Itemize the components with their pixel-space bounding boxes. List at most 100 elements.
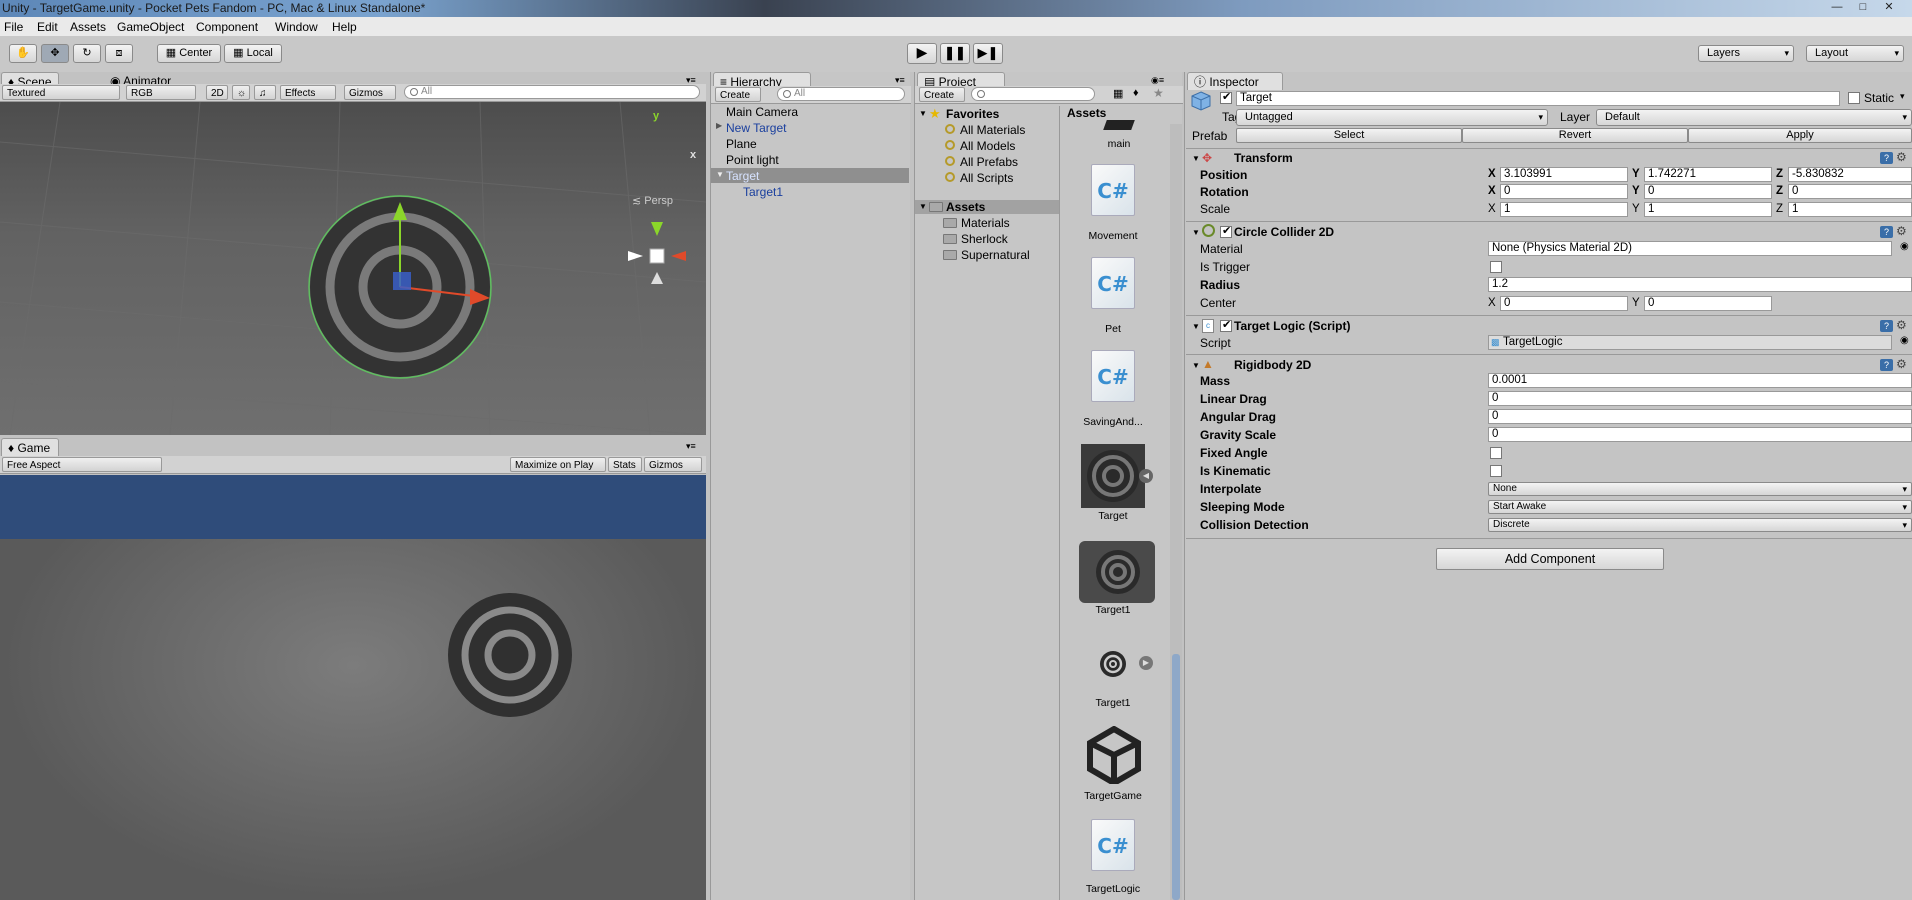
target1-texture-thumbnail[interactable] [1099,650,1127,678]
asset-label-targetgame[interactable]: TargetGame [1070,790,1156,802]
shading-mode-dropdown[interactable]: Textured [2,85,120,100]
assets-folder[interactable]: Assets [946,200,985,214]
object-picker-icon[interactable]: ◉ [1900,335,1909,346]
active-checkbox[interactable]: ✔ [1220,91,1232,104]
effects-dropdown[interactable]: Effects [280,85,336,100]
assets-breadcrumb[interactable]: Assets [1067,106,1106,120]
position-x-field[interactable]: 3.103991 [1500,167,1628,182]
stats-toggle[interactable]: Stats [608,457,642,472]
sleeping-mode-dropdown[interactable]: Start Awake [1488,500,1912,514]
position-y-field[interactable]: 1.742271 [1644,167,1772,182]
menu-gameobject[interactable]: GameObject [117,20,184,34]
rotation-x-field[interactable]: 0 [1500,184,1628,199]
asset-label-movement[interactable]: Movement [1070,230,1156,242]
layout-dropdown[interactable]: Layout [1806,45,1904,62]
step-button[interactable]: ▶❚ [973,43,1003,64]
layer-dropdown[interactable]: Default [1596,109,1912,126]
game-viewport[interactable] [0,475,706,900]
tag-dropdown[interactable]: Untagged [1236,109,1548,126]
help-icon[interactable]: ? [1880,359,1893,371]
play-button[interactable]: ▶ [907,43,937,64]
orientation-gizmo-icon[interactable] [628,222,686,284]
hierarchy-item-new-target[interactable]: New Target [726,121,786,135]
fold-arrow-icon[interactable]: ▼ [1192,322,1200,331]
rotation-y-field[interactable]: 0 [1644,184,1772,199]
menu-window[interactable]: Window [275,20,318,34]
static-dropdown-icon[interactable]: ▾ [1900,91,1905,102]
asset-label-main[interactable]: main [1076,138,1162,150]
menu-help[interactable]: Help [332,20,357,34]
target-prefab-thumbnail[interactable] [1081,444,1145,508]
assets-arrow-icon[interactable]: ▼ [919,202,927,211]
hierarchy-item-plane[interactable]: Plane [726,137,757,151]
script-field[interactable]: ▩ TargetLogic [1488,335,1892,350]
collision-detection-dropdown[interactable]: Discrete [1488,518,1912,532]
favorites-header[interactable]: Favorites [946,107,999,121]
help-icon[interactable]: ? [1880,152,1893,164]
game-panel-menu-icon[interactable]: ▾≡ [686,441,696,452]
project-scrollbar[interactable] [1170,124,1182,900]
project-scroll-thumb[interactable] [1172,654,1180,900]
favorites-arrow-icon[interactable]: ▼ [919,109,927,118]
gear-icon[interactable]: ⚙ [1896,150,1907,164]
is-trigger-checkbox[interactable] [1490,261,1502,273]
filter-type-icon[interactable]: ▦ [1113,87,1123,100]
scale-z-field[interactable]: 1 [1788,202,1912,217]
scene-viewport[interactable]: y x ≲ Persp [0,102,706,435]
help-icon[interactable]: ? [1880,226,1893,238]
unity-scene-icon[interactable] [1085,726,1143,784]
position-z-field[interactable]: -5.830832 [1788,167,1912,182]
rigidbody-title[interactable]: Rigidbody 2D [1234,358,1311,372]
asset-label-pet[interactable]: Pet [1070,323,1156,335]
radius-field[interactable]: 1.2 [1488,277,1912,292]
aspect-dropdown[interactable]: Free Aspect [2,457,162,472]
interpolate-dropdown[interactable]: None [1488,482,1912,496]
center-x-field[interactable]: 0 [1500,296,1628,311]
csharp-script-icon[interactable]: C# [1091,257,1135,309]
angular-drag-field[interactable]: 0 [1488,409,1912,424]
favorite-star-icon[interactable]: ★ [1153,86,1164,100]
expand-arrow-icon[interactable]: ▶ [716,121,722,130]
gear-icon[interactable]: ⚙ [1896,318,1907,332]
script-enabled-checkbox[interactable]: ✔ [1220,319,1232,332]
pivot-center-button[interactable]: ▦ Center [157,44,221,63]
folder-sherlock[interactable]: Sherlock [961,232,1008,246]
favorite-all-materials[interactable]: All Materials [960,123,1025,137]
asset-label-target1[interactable]: Target1 [1070,697,1156,709]
game-gizmos-dropdown[interactable]: Gizmos [644,457,702,472]
static-checkbox[interactable] [1848,92,1860,104]
object-picker-icon[interactable]: ◉ [1900,241,1909,252]
fixed-angle-checkbox[interactable] [1490,447,1502,459]
fold-arrow-icon[interactable]: ▼ [1192,228,1200,237]
folder-materials[interactable]: Materials [961,216,1010,230]
render-mode-dropdown[interactable]: RGB [126,85,196,100]
layers-dropdown[interactable]: Layers [1698,45,1794,62]
menu-file[interactable]: File [4,20,23,34]
hierarchy-search-input[interactable]: All [777,87,905,101]
hierarchy-item-target[interactable]: Target [726,169,759,183]
favorite-all-prefabs[interactable]: All Prefabs [960,155,1018,169]
hand-tool-button[interactable]: ✋ [9,44,37,63]
asset-label-target[interactable]: Target [1070,510,1156,522]
scale-tool-button[interactable]: ⧈ [105,44,133,63]
scene-search-input[interactable]: All [404,85,700,99]
gear-icon[interactable]: ⚙ [1896,224,1907,238]
folder-supernatural[interactable]: Supernatural [961,248,1030,262]
asset-label-savingand[interactable]: SavingAnd... [1070,416,1156,428]
prefab-select-button[interactable]: Select [1236,128,1462,143]
circle-collider-title[interactable]: Circle Collider 2D [1234,225,1334,239]
gravity-scale-field[interactable]: 0 [1488,427,1912,442]
close-icon[interactable]: ✕ [1877,1,1901,14]
favorite-all-scripts[interactable]: All Scripts [960,171,1013,185]
material-field[interactable]: None (Physics Material 2D) [1488,241,1892,256]
projection-label[interactable]: ≲ Persp [632,194,673,207]
hierarchy-item-main-camera[interactable]: Main Camera [726,105,798,119]
scale-x-field[interactable]: 1 [1500,202,1628,217]
add-component-button[interactable]: Add Component [1436,548,1664,570]
project-create-button[interactable]: Create [919,87,965,102]
gear-icon[interactable]: ⚙ [1896,357,1907,371]
target-logic-title[interactable]: Target Logic (Script) [1234,319,1350,333]
filter-label-icon[interactable]: ♦ [1133,87,1139,99]
menu-edit[interactable]: Edit [37,20,58,34]
scene-audio-toggle[interactable]: ♫ [254,85,276,100]
